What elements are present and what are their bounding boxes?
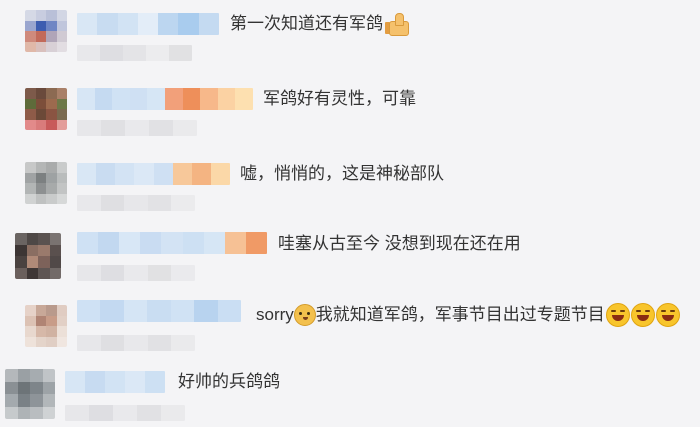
avatar[interactable] [25, 10, 67, 52]
avatar[interactable] [15, 233, 61, 279]
comment-item: 好帅的兵鸽鸽 [0, 359, 700, 427]
avatar[interactable] [25, 305, 67, 347]
comment-text-content: 我就知道军鸽，军事节目出过专题节目 [315, 305, 605, 324]
timestamp-blurred [77, 195, 195, 211]
username-blurred[interactable] [77, 13, 219, 35]
timestamp-blurred [77, 120, 197, 136]
comment-text: 第一次知道还有军鸽 [230, 12, 411, 36]
comment-prefix: sorry [256, 305, 294, 324]
comment-item: 军鸽好有灵性，可靠 [0, 70, 700, 140]
comment-text: 哇塞从古至今 没想到现在还在用 [278, 232, 521, 256]
comment-item: 第一次知道还有军鸽 [0, 0, 700, 70]
comment-item: 哇塞从古至今 没想到现在还在用 [0, 215, 700, 287]
comment-text: sorry 我就知道军鸽，军事节目出过专题节目 [256, 303, 680, 327]
comment-text-content: 哇塞从古至今 没想到现在还在用 [278, 234, 521, 253]
username-blurred[interactable] [77, 232, 267, 254]
username-blurred[interactable] [77, 88, 253, 110]
comment-text-content: 第一次知道还有军鸽 [230, 14, 383, 33]
doge-icon [293, 304, 316, 326]
comment-text: 嘘，悄悄的，这是神秘部队 [240, 162, 444, 186]
timestamp-blurred [77, 335, 195, 351]
comment-text: 好帅的兵鸽鸽 [178, 370, 280, 394]
avatar[interactable] [5, 369, 55, 419]
comment-text-content: 军鸽好有灵性，可靠 [263, 89, 416, 108]
comment-text: 军鸽好有灵性，可靠 [263, 87, 416, 111]
username-blurred[interactable] [77, 300, 241, 322]
avatar[interactable] [25, 162, 67, 204]
username-blurred[interactable] [65, 371, 165, 393]
username-blurred[interactable] [77, 163, 230, 185]
comment-text-content: 嘘，悄悄的，这是神秘部队 [240, 164, 444, 183]
comment-item: 嘘，悄悄的，这是神秘部队 [0, 140, 700, 215]
thumbs-up-icon [385, 12, 411, 36]
avatar[interactable] [25, 88, 67, 130]
comment-item: sorry 我就知道军鸽，军事节目出过专题节目 [0, 287, 700, 359]
laugh-cry-icon [655, 303, 680, 327]
timestamp-blurred [77, 45, 192, 61]
timestamp-blurred [65, 405, 185, 421]
timestamp-blurred [77, 265, 195, 281]
laugh-cry-icon [605, 303, 630, 327]
comment-text-content: 好帅的兵鸽鸽 [178, 372, 280, 391]
laugh-cry-icon [630, 303, 655, 327]
